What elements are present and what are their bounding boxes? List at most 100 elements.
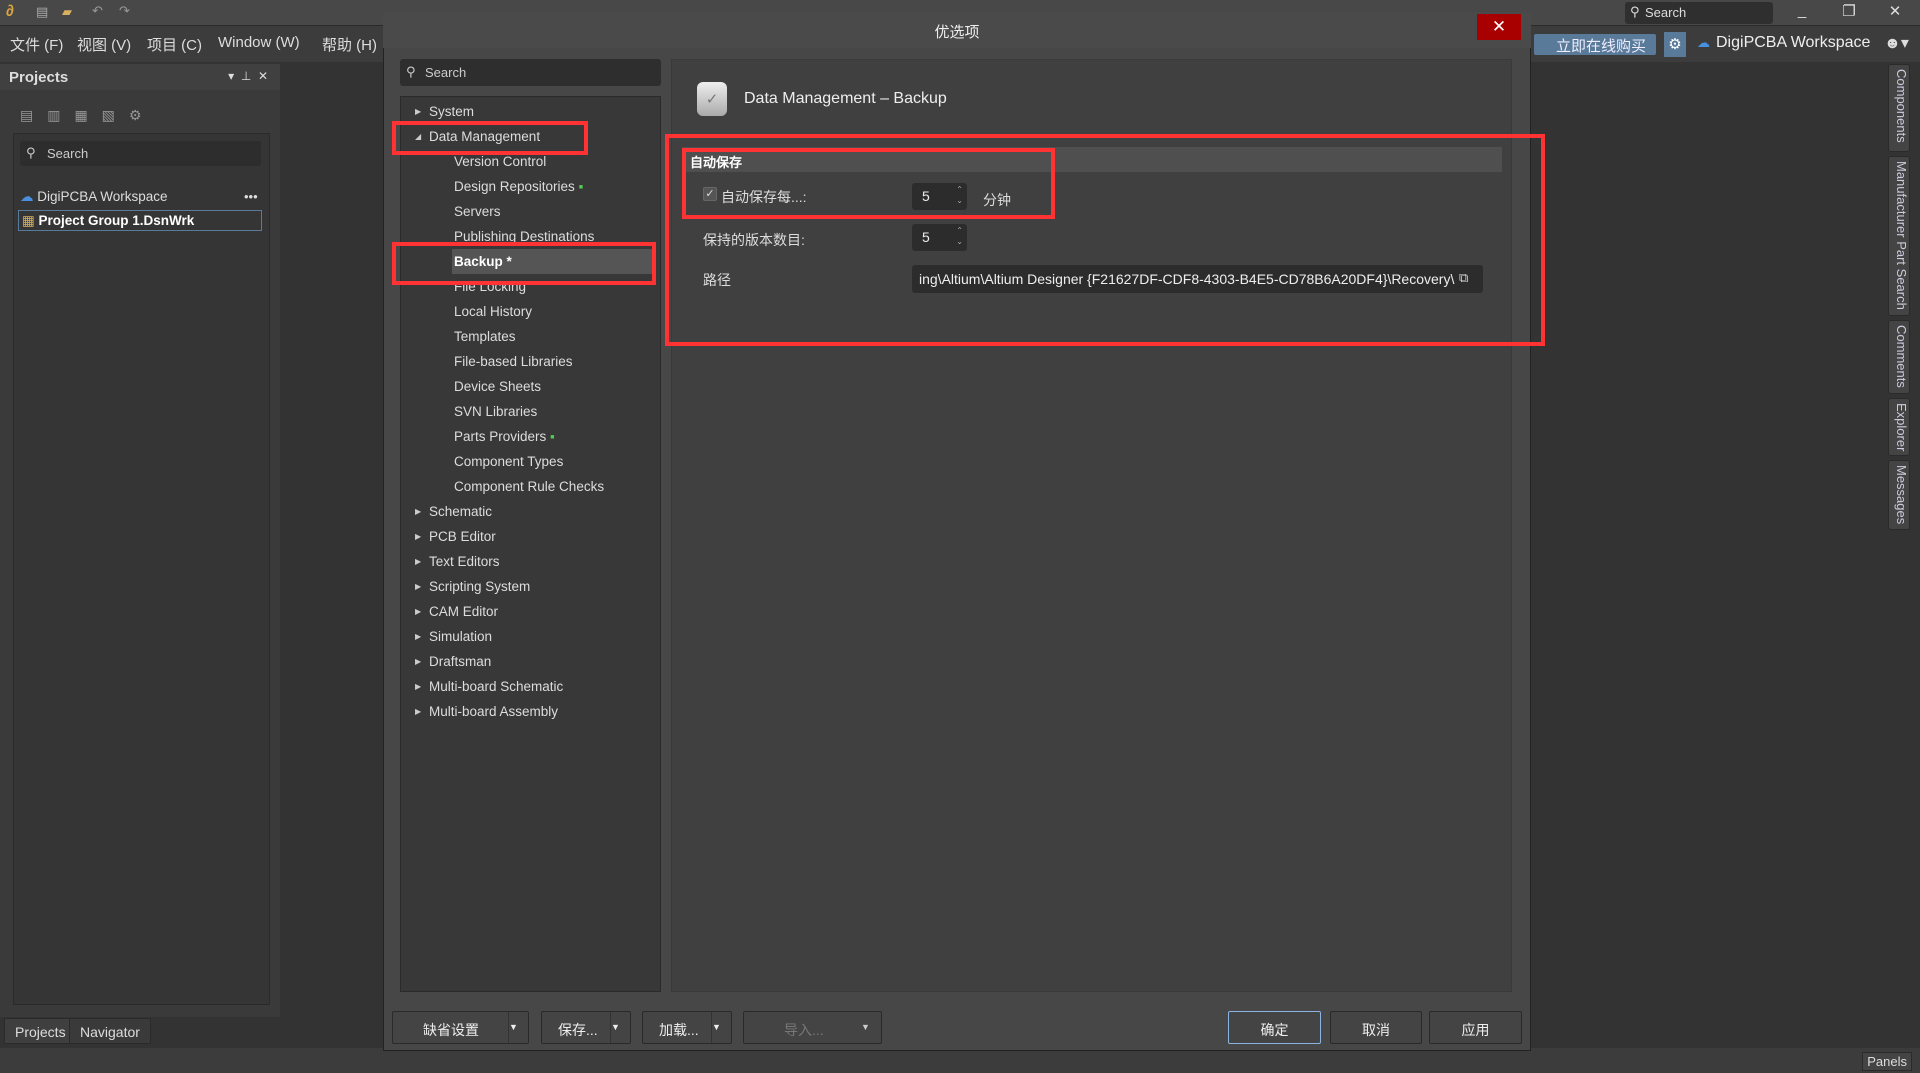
expand-arrow-icon[interactable]: ▶ bbox=[415, 649, 421, 674]
status-bar: Panels bbox=[0, 1048, 1920, 1073]
menu-project[interactable]: 项目 (C) bbox=[147, 34, 202, 55]
tree-item[interactable]: Parts Providers ▪ bbox=[454, 424, 555, 449]
side-tab-components[interactable]: Components bbox=[1888, 64, 1910, 152]
tree-item-label: Component Types bbox=[454, 454, 564, 469]
import-label: 导入... bbox=[784, 1022, 824, 1038]
search-icon: ⚲ bbox=[26, 145, 36, 160]
projects-tree bbox=[13, 133, 270, 1005]
panel-controls[interactable]: ▾ ⊥ ✕ bbox=[228, 69, 268, 83]
expand-arrow-icon[interactable]: ▶ bbox=[415, 599, 421, 624]
save-button[interactable]: 保存... ▼ bbox=[541, 1011, 631, 1044]
tree-item-label: Schematic bbox=[429, 504, 493, 519]
ok-button[interactable]: 确定 bbox=[1228, 1011, 1321, 1044]
buy-online-button[interactable]: 立即在线购买 bbox=[1534, 34, 1656, 55]
tree-item[interactable]: SVN Libraries bbox=[454, 399, 537, 424]
tree-item[interactable]: File-based Libraries bbox=[454, 349, 573, 374]
page-title: Data Management – Backup bbox=[744, 90, 947, 107]
dropdown-arrow-icon[interactable]: ▼ bbox=[711, 1012, 731, 1043]
tree-item-label: File-based Libraries bbox=[454, 354, 573, 369]
tree-item[interactable]: Templates bbox=[454, 324, 516, 349]
settings-gear-icon[interactable]: ⚙ bbox=[1664, 32, 1686, 57]
tree-item-label: Multi-board Schematic bbox=[429, 679, 564, 694]
expand-arrow-icon[interactable]: ▶ bbox=[415, 674, 421, 699]
tree-item[interactable]: ▶ Text Editors bbox=[415, 549, 500, 574]
altium-logo-icon: ∂ bbox=[6, 3, 14, 20]
tree-item[interactable]: Local History bbox=[454, 299, 532, 324]
load-label: 加载... bbox=[659, 1022, 699, 1038]
project-group-item[interactable]: ▦ Project Group 1.DsnWrk bbox=[18, 210, 262, 231]
tree-item-label: Parts Providers bbox=[454, 429, 547, 444]
tree-item-label: Version Control bbox=[454, 154, 547, 169]
expand-arrow-icon[interactable]: ▶ bbox=[415, 499, 421, 524]
import-button[interactable]: 导入... ▼ bbox=[743, 1011, 882, 1044]
defaults-label: 缺省设置 bbox=[423, 1022, 479, 1038]
tree-item-label: Simulation bbox=[429, 629, 493, 644]
highlight-box-autosave bbox=[682, 148, 1055, 219]
tree-item[interactable]: ▶ Multi-board Assembly bbox=[415, 699, 558, 724]
dropdown-arrow-icon[interactable]: ▼ bbox=[508, 1012, 528, 1043]
tree-item[interactable]: ▶ Multi-board Schematic bbox=[415, 674, 564, 699]
tree-item[interactable]: ▶ PCB Editor bbox=[415, 524, 496, 549]
user-icon[interactable]: ☻▾ bbox=[1884, 33, 1909, 53]
connected-server-icon: ▪ bbox=[546, 429, 555, 444]
save-label: 保存... bbox=[558, 1022, 598, 1038]
apply-button[interactable]: 应用 bbox=[1429, 1011, 1522, 1044]
projects-panel-header: Projects ▾ ⊥ ✕ bbox=[0, 64, 280, 90]
global-search[interactable]: ⚲ Search bbox=[1625, 2, 1773, 24]
tree-item[interactable]: Servers bbox=[454, 199, 501, 224]
close-window-button[interactable]: ✕ bbox=[1880, 2, 1910, 24]
tree-item-label: Device Sheets bbox=[454, 379, 542, 394]
side-tab-explorer[interactable]: Explorer bbox=[1888, 398, 1910, 456]
tree-item-label: Text Editors bbox=[429, 554, 500, 569]
tree-item-label: Draftsman bbox=[429, 654, 492, 669]
menu-file[interactable]: 文件 (F) bbox=[10, 34, 63, 55]
expand-arrow-icon[interactable]: ▶ bbox=[415, 524, 421, 549]
tree-item[interactable]: Component Rule Checks bbox=[454, 474, 604, 499]
tree-item[interactable]: Design Repositories ▪ bbox=[454, 174, 583, 199]
projects-search-input[interactable]: ⚲ Search bbox=[20, 141, 261, 166]
side-tab-comments[interactable]: Comments bbox=[1888, 320, 1910, 394]
expand-arrow-icon[interactable]: ▶ bbox=[415, 699, 421, 724]
menu-view[interactable]: 视图 (V) bbox=[77, 34, 131, 55]
minimize-button[interactable]: _ bbox=[1787, 2, 1817, 24]
workspace-item[interactable]: ☁ DigiPCBA Workspace bbox=[20, 189, 168, 205]
side-tab-messages[interactable]: Messages bbox=[1888, 460, 1910, 530]
highlight-box-backup bbox=[392, 242, 656, 285]
search-placeholder: Search bbox=[1645, 5, 1687, 20]
dropdown-arrow-icon[interactable]: ▼ bbox=[610, 1012, 630, 1043]
tree-item[interactable]: ▶ CAM Editor bbox=[415, 599, 498, 624]
search-icon: ⚲ bbox=[1630, 4, 1640, 19]
save-icon[interactable]: ▤ bbox=[36, 4, 48, 20]
load-button[interactable]: 加载... ▼ bbox=[642, 1011, 732, 1044]
preferences-search-input[interactable]: ⚲ Search bbox=[400, 59, 661, 86]
menu-help[interactable]: 帮助 (H) bbox=[322, 34, 377, 55]
expand-arrow-icon[interactable]: ▶ bbox=[415, 624, 421, 649]
dropdown-arrow-icon[interactable]: ▼ bbox=[861, 1012, 881, 1043]
side-tab-manufacturer-part-search[interactable]: Manufacturer Part Search bbox=[1888, 156, 1910, 316]
menu-window[interactable]: Window (W) bbox=[218, 34, 300, 51]
tree-item[interactable]: ▶ Schematic bbox=[415, 499, 493, 524]
tab-navigator[interactable]: Navigator bbox=[69, 1018, 151, 1044]
dialog-close-button[interactable]: ✕ bbox=[1477, 14, 1521, 40]
defaults-button[interactable]: 缺省设置 ▼ bbox=[392, 1011, 529, 1044]
expand-arrow-icon[interactable]: ▶ bbox=[415, 549, 421, 574]
tab-projects[interactable]: Projects bbox=[4, 1018, 77, 1044]
tree-item[interactable]: Device Sheets bbox=[454, 374, 541, 399]
more-options-icon[interactable]: ••• bbox=[244, 189, 258, 204]
undo-icon[interactable]: ↶ bbox=[92, 3, 103, 19]
tree-item[interactable]: ▶ Scripting System bbox=[415, 574, 530, 599]
tree-item[interactable]: ▶ Simulation bbox=[415, 624, 493, 649]
redo-icon[interactable]: ↷ bbox=[119, 3, 130, 19]
tree-item-label: PCB Editor bbox=[429, 529, 496, 544]
search-icon: ⚲ bbox=[406, 64, 416, 79]
cancel-button[interactable]: 取消 bbox=[1330, 1011, 1422, 1044]
panels-button[interactable]: Panels bbox=[1862, 1052, 1912, 1071]
expand-arrow-icon[interactable]: ▶ bbox=[415, 574, 421, 599]
open-icon[interactable]: ▰ bbox=[62, 4, 72, 20]
tree-item[interactable]: Component Types bbox=[454, 449, 563, 474]
projects-toolbar[interactable]: ▤▥▦▧⚙ bbox=[20, 107, 155, 124]
preferences-tree: ▶ System ◢ Data Management Version Control De… bbox=[400, 96, 661, 992]
restore-button[interactable]: ❐ bbox=[1834, 2, 1864, 24]
workspace-label[interactable]: DigiPCBA Workspace bbox=[1716, 34, 1870, 52]
tree-item[interactable]: ▶ Draftsman bbox=[415, 649, 492, 674]
